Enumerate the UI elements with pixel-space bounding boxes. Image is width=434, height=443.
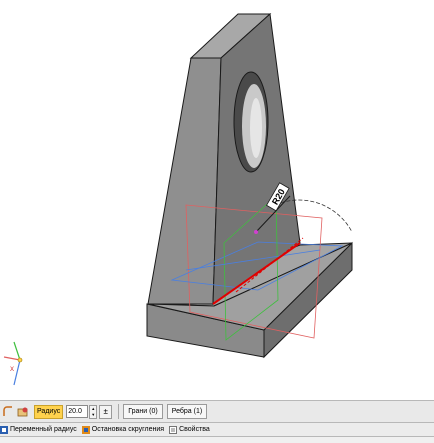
tab-fillet-stop[interactable]: Остановка скругления	[81, 425, 165, 435]
status-strip	[0, 437, 434, 443]
upright-front-face[interactable]	[147, 57, 222, 305]
faces-button[interactable]: Грани (0)	[123, 404, 163, 419]
axis-x-label: X	[10, 367, 14, 373]
tab-variable-radius-label: Переменный радиус	[10, 425, 77, 433]
radius-input[interactable]: 20.0	[66, 405, 89, 418]
3d-viewport[interactable]: R20 X	[0, 0, 434, 398]
radius-spinner[interactable]: ▲ ▼	[89, 404, 98, 419]
properties-icon	[169, 425, 177, 434]
toolbar-separator	[118, 404, 120, 419]
axis-triad: X	[3, 341, 23, 386]
fillet-toolbar: Радиус 20.0 ▲ ▼ ± Грани (0) Ребра (1)	[0, 400, 434, 423]
fillet-icon[interactable]	[1, 405, 15, 419]
fillet-stop-icon	[81, 425, 90, 434]
tab-fillet-stop-label: Остановка скругления	[91, 425, 165, 433]
preview-icon[interactable]	[16, 405, 30, 419]
radius-label: Радиус	[34, 404, 64, 419]
tab-properties-label: Свойства	[179, 425, 210, 433]
edges-button[interactable]: Ребра (1)	[166, 404, 208, 419]
property-tabs: Переменный радиус Остановка скругления С…	[0, 423, 434, 437]
tolerance-button[interactable]: ±	[99, 404, 113, 419]
tab-properties[interactable]: Свойства	[169, 425, 210, 435]
tab-variable-radius[interactable]: Переменный радиус	[0, 425, 77, 435]
hole-highlight	[250, 98, 262, 158]
variable-radius-icon	[0, 425, 8, 434]
radius-center-point[interactable]	[254, 230, 258, 234]
